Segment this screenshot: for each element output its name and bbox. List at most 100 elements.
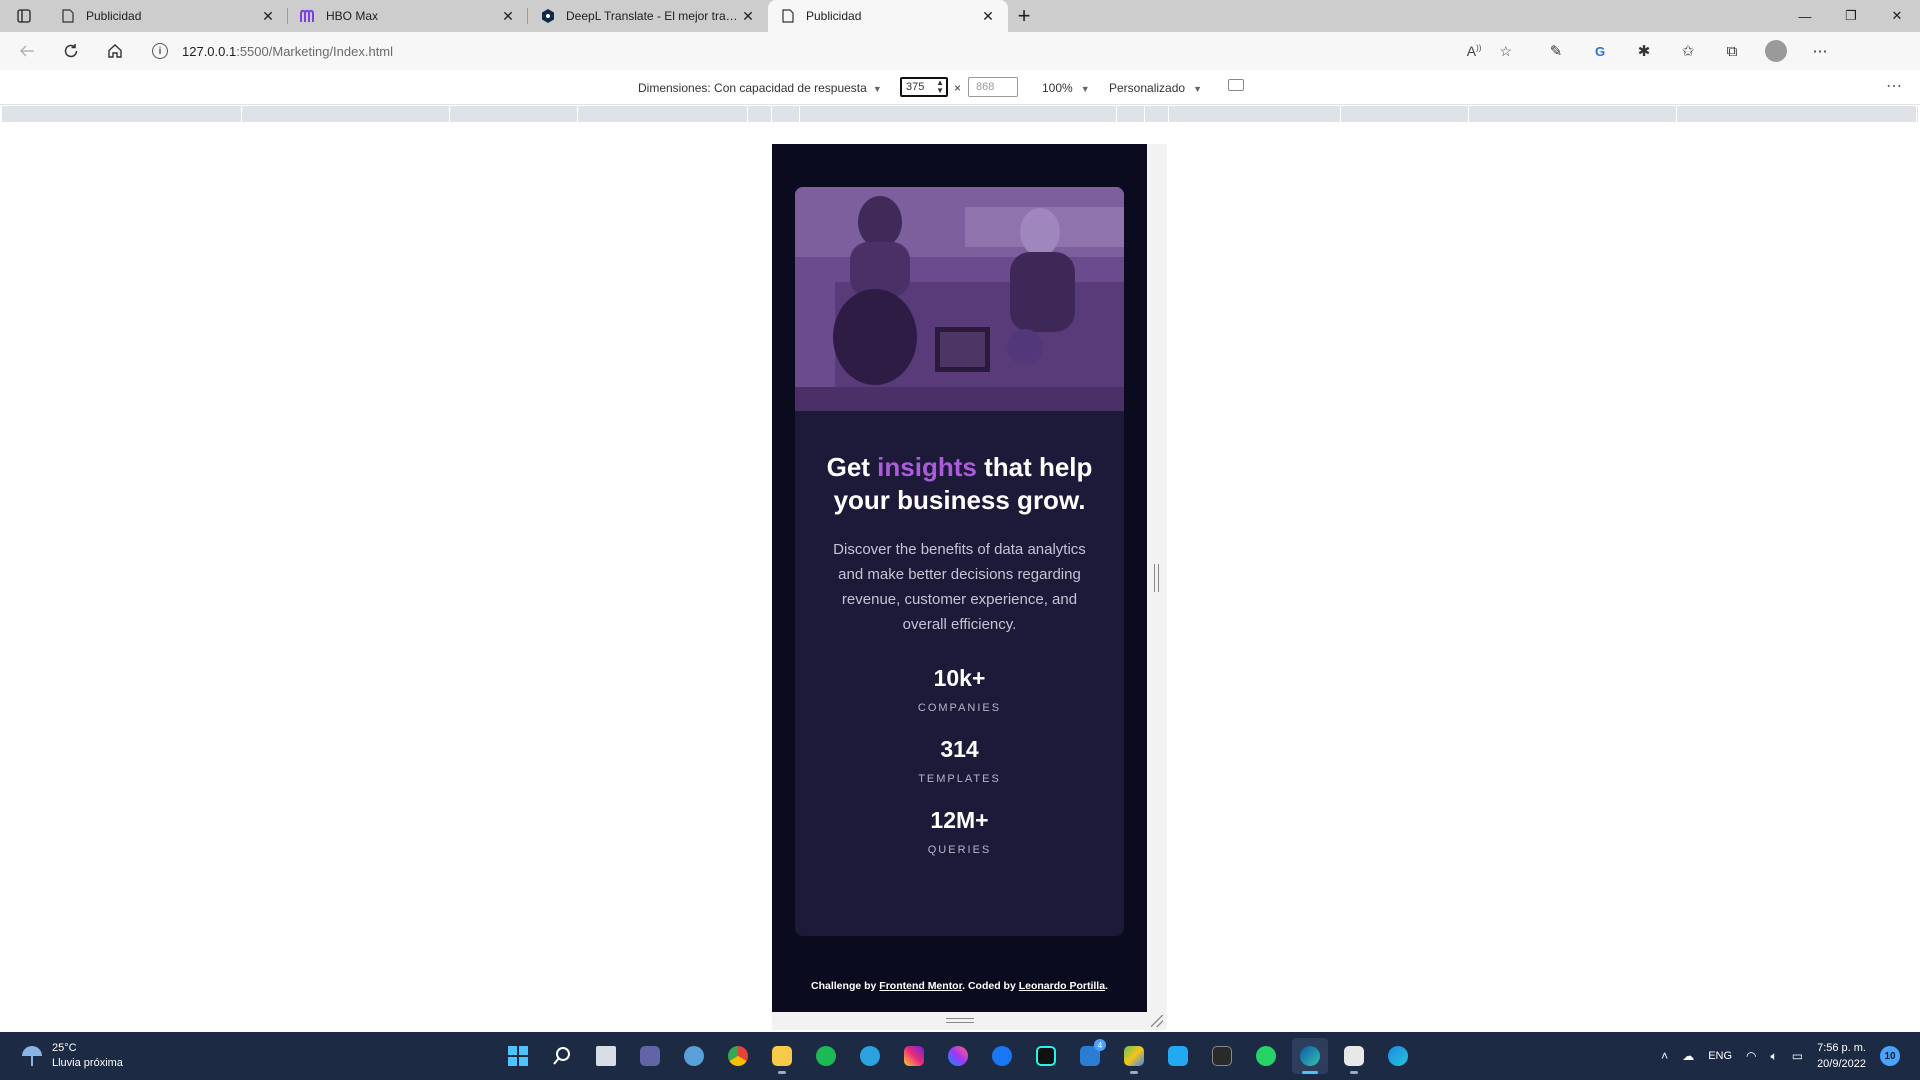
instagram-icon[interactable] — [896, 1038, 932, 1074]
close-tab-icon[interactable]: ✕ — [980, 8, 996, 24]
facebook-icon[interactable] — [984, 1038, 1020, 1074]
telegram-icon[interactable] — [852, 1038, 888, 1074]
home-button[interactable] — [98, 36, 132, 66]
notifications-badge[interactable]: 10 — [1880, 1046, 1900, 1066]
tab-actions-button[interactable] — [0, 0, 48, 32]
url-text: 127.0.0.1:5500/Marketing/Index.html — [182, 43, 394, 59]
reload-button[interactable] — [54, 36, 88, 66]
headline-accent: insights — [877, 452, 977, 482]
site-info-icon[interactable]: i — [152, 43, 168, 59]
rain-umbrella-icon — [20, 1044, 44, 1068]
epic-games-icon[interactable] — [1204, 1038, 1240, 1074]
back-arrow-icon — [19, 45, 34, 57]
window-controls: — ❐ ✕ — [1782, 0, 1920, 32]
page-icon — [780, 8, 796, 24]
height-input[interactable]: 868 — [968, 77, 1018, 97]
resize-handle-icon — [1154, 564, 1159, 592]
dropdown-arrow-icon: ▼ — [872, 84, 882, 94]
browser-toolbar: i 127.0.0.1:5500/Marketing/Index.html A)… — [0, 32, 1920, 70]
minimize-icon[interactable]: — — [1782, 0, 1828, 32]
task-view-icon[interactable] — [588, 1038, 624, 1074]
collections-icon[interactable]: ⧉ — [1720, 39, 1744, 63]
stats-card: Get insights that help your business gro… — [795, 187, 1124, 936]
teams-chat-icon[interactable] — [632, 1038, 668, 1074]
chrome-icon[interactable] — [720, 1038, 756, 1074]
tab-hbo-max[interactable]: HBO Max ✕ — [288, 0, 528, 32]
reload-icon — [64, 44, 78, 58]
stat-value: 12M+ — [930, 807, 989, 833]
clock[interactable]: 7:56 p. m. 20/9/2022 — [1817, 1040, 1866, 1072]
chevron-up-icon[interactable]: ˄ — [1661, 1049, 1668, 1063]
rotate-icon[interactable] — [1228, 79, 1244, 91]
time: 7:56 p. m. — [1817, 1042, 1866, 1054]
close-tab-icon[interactable]: ✕ — [500, 8, 516, 24]
language-indicator[interactable]: ENG — [1708, 1050, 1732, 1062]
extension-pen-icon[interactable]: ✎ — [1544, 39, 1568, 63]
battery-icon[interactable]: ▭ — [1792, 1049, 1803, 1063]
zoom-dropdown[interactable]: 100% ▼ — [1042, 81, 1090, 95]
start-button[interactable] — [500, 1038, 536, 1074]
hero-image — [795, 187, 1124, 411]
spotify-icon[interactable] — [808, 1038, 844, 1074]
bluestacks-icon[interactable] — [1116, 1038, 1152, 1074]
search-icon[interactable] — [544, 1038, 580, 1074]
tiktok-icon[interactable] — [1028, 1038, 1064, 1074]
whatsapp-icon[interactable] — [1248, 1038, 1284, 1074]
author-link[interactable]: Leonardo Portilla — [1019, 980, 1105, 992]
settings-more-icon[interactable]: ⋯ — [1808, 39, 1832, 63]
tab-title: HBO Max — [326, 9, 379, 23]
stat-label: COMPANIES — [917, 702, 1002, 714]
address-bar[interactable]: i 127.0.0.1:5500/Marketing/Index.html A)… — [142, 36, 1522, 66]
viewport-resize-right[interactable] — [1147, 144, 1167, 1012]
extensions-icon[interactable]: ✱ — [1632, 39, 1656, 63]
close-window-icon[interactable]: ✕ — [1874, 0, 1920, 32]
new-tab-button[interactable]: + — [1008, 0, 1040, 32]
card-content: Get insights that help your business gro… — [795, 411, 1124, 856]
description: Discover the benefits of data analytics … — [833, 541, 1086, 633]
translate-icon[interactable]: G — [1588, 39, 1612, 63]
media-query-ruler[interactable] — [2, 106, 1918, 122]
tab-deepl[interactable]: DeepL Translate - El mejor traductor ✕ — [528, 0, 768, 32]
deepl-icon — [540, 8, 556, 24]
stat-label: QUERIES — [927, 844, 992, 856]
tab-title: DeepL Translate - El mejor traductor — [566, 9, 740, 23]
file-explorer-icon[interactable] — [764, 1038, 800, 1074]
tab-strip: Publicidad ✕ HBO Max ✕ DeepL Translate -… — [0, 0, 1920, 32]
frontend-mentor-link[interactable]: Frontend Mentor — [879, 980, 962, 992]
volume-icon[interactable]: 🔈︎ — [1771, 1049, 1778, 1064]
times-label: × — [954, 81, 962, 95]
restore-icon[interactable]: ❐ — [1828, 0, 1874, 32]
headline: Get insights that help your business gro… — [826, 452, 1093, 515]
profile-avatar[interactable] — [1764, 39, 1788, 63]
home-icon — [108, 44, 122, 58]
viewport-resize-bottom[interactable] — [772, 1012, 1167, 1030]
throttle-dropdown[interactable]: Personalizado ▼ — [1109, 81, 1202, 95]
close-tab-icon[interactable]: ✕ — [260, 8, 276, 24]
mail-icon[interactable]: 4 — [1072, 1038, 1108, 1074]
add-favorite-icon[interactable]: ☆ — [1499, 43, 1512, 60]
stat-companies: 10k+ COMPANIES — [795, 665, 1124, 714]
edge-icon[interactable] — [1292, 1038, 1328, 1074]
more-options-icon[interactable]: ⋯ — [1886, 76, 1903, 96]
snipping-tool-icon[interactable] — [1336, 1038, 1372, 1074]
settings-app-icon[interactable] — [676, 1038, 712, 1074]
windows-logo-icon — [508, 1046, 528, 1066]
vscode-icon[interactable] — [1160, 1038, 1196, 1074]
system-tray: ˄ ☁ ENG ◠ 🔈︎ ▭ 7:56 p. m. 20/9/2022 10 — [1661, 1032, 1900, 1080]
dimensions-dropdown[interactable]: Dimensiones: Con capacidad de respuesta ▼ — [638, 81, 882, 95]
weather-widget[interactable]: 25°C Lluvia próxima — [20, 1041, 123, 1071]
favorites-icon[interactable]: ✩ — [1676, 39, 1700, 63]
onedrive-icon[interactable]: ☁ — [1682, 1049, 1694, 1063]
width-input[interactable]: 375 ▲ ▼ — [900, 77, 948, 97]
back-button[interactable] — [10, 36, 44, 66]
stat-value: 10k+ — [933, 665, 986, 691]
stepper-icon: ▲ ▼ — [936, 78, 944, 95]
wifi-icon[interactable]: ◠ — [1746, 1049, 1756, 1063]
tab-publicidad-1[interactable]: Publicidad ✕ — [48, 0, 288, 32]
messenger-icon[interactable] — [940, 1038, 976, 1074]
close-tab-icon[interactable]: ✕ — [740, 8, 756, 24]
date: 20/9/2022 — [1817, 1058, 1866, 1070]
read-aloud-icon[interactable]: A)) — [1467, 43, 1482, 60]
edge-dev-icon[interactable] — [1380, 1038, 1416, 1074]
tab-publicidad-active[interactable]: Publicidad ✕ — [768, 0, 1008, 32]
